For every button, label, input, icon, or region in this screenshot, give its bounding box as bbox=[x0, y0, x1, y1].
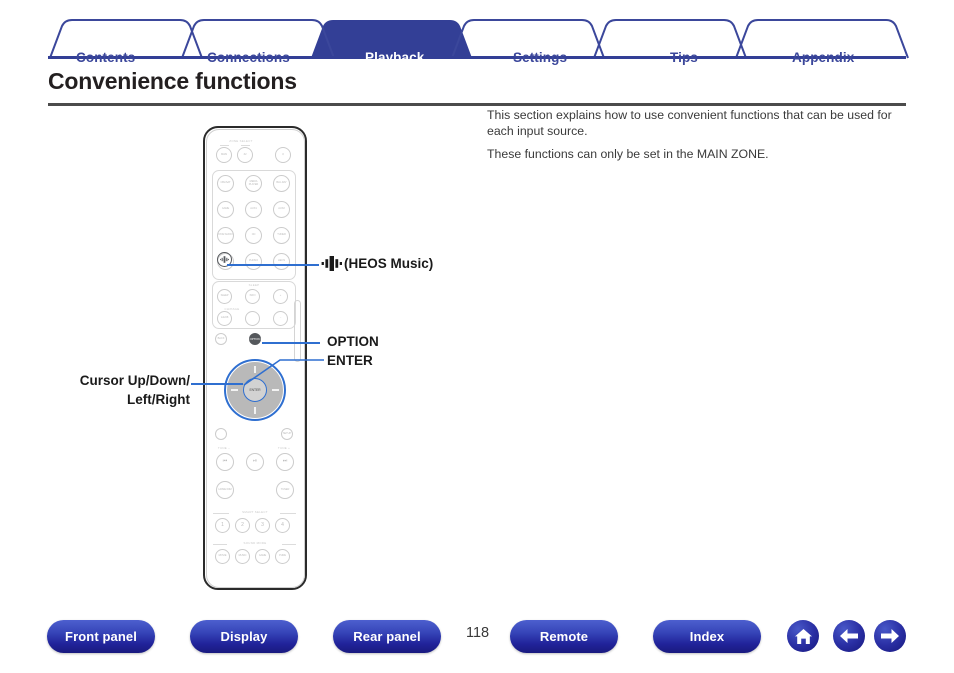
remote-key-zone-main[interactable]: MAIN bbox=[216, 147, 232, 163]
remote-key-heos-source[interactable]: HEOS bbox=[273, 253, 290, 270]
leader-line-enter bbox=[243, 359, 324, 386]
remote-key-sound-movie[interactable]: MOVIE bbox=[215, 549, 230, 564]
remote-key-sound-pure[interactable]: PURE bbox=[275, 549, 290, 564]
nav-button-rear-panel[interactable]: Rear panel bbox=[333, 620, 441, 653]
title-divider bbox=[48, 103, 906, 106]
remote-key-mute[interactable] bbox=[245, 311, 260, 326]
leader-line-cursor bbox=[191, 383, 243, 385]
remote-key-sound-music[interactable]: MUSIC bbox=[235, 549, 250, 564]
sound-mode-rule-right bbox=[282, 544, 296, 545]
smart-select-rule-right bbox=[280, 513, 296, 514]
remote-key-tuner-lower[interactable]: TUNER bbox=[276, 481, 294, 499]
remote-key-sound-game[interactable]: GAME bbox=[255, 549, 270, 564]
intro-paragraph-2: These functions can only be set in the M… bbox=[487, 147, 769, 161]
remote-key-info[interactable]: INFO bbox=[245, 289, 260, 304]
remote-key-back[interactable]: BACK bbox=[215, 333, 227, 345]
remote-key-channel-down[interactable]: \u2228 bbox=[217, 311, 232, 326]
remote-mid-label: SLEEP bbox=[248, 283, 260, 287]
remote-tune-minus-label: TUNE − bbox=[217, 446, 231, 450]
tab-tips[interactable]: Tips bbox=[670, 50, 698, 65]
tab-appendix[interactable]: Appendix bbox=[792, 50, 854, 65]
remote-key-volume-down[interactable]: − bbox=[273, 311, 288, 326]
heos-music-icon bbox=[321, 255, 343, 272]
cursor-right-tick[interactable] bbox=[272, 389, 279, 391]
remote-key-sleep[interactable]: SLEEP bbox=[217, 289, 232, 304]
heos-music-icon bbox=[220, 256, 229, 263]
nav-button-front-panel[interactable]: Front panel bbox=[47, 620, 155, 653]
remote-key-setup[interactable]: SETUP bbox=[281, 428, 293, 440]
sound-mode-rule-left bbox=[213, 544, 227, 545]
tab-connections[interactable]: Connections bbox=[207, 50, 290, 65]
forward-arrow-icon bbox=[881, 629, 899, 643]
back-arrow-icon bbox=[840, 629, 858, 643]
remote-key-aux1[interactable]: AUX1 bbox=[245, 201, 262, 218]
callout-heos-music: (HEOS Music) bbox=[321, 255, 433, 272]
callout-heos-label: (HEOS Music) bbox=[344, 256, 434, 271]
remote-key-game[interactable]: GAME bbox=[217, 201, 234, 218]
smart-select-rule-left bbox=[213, 513, 229, 514]
remote-channel-label: CH/PAGE bbox=[224, 307, 240, 311]
leader-line-heos bbox=[227, 264, 319, 266]
remote-key-home-dim[interactable]: HOME/ DIM bbox=[216, 481, 234, 499]
intro-paragraph-1: This section explains how to use conveni… bbox=[487, 108, 892, 138]
page-number: 118 bbox=[466, 625, 490, 641]
tab-contents[interactable]: Contents bbox=[76, 50, 135, 65]
nav-home-button[interactable] bbox=[787, 620, 819, 652]
remote-key-option[interactable]: OPTION bbox=[249, 333, 261, 345]
leader-line-option bbox=[262, 342, 320, 344]
callout-cursor-line1: Cursor Up/Down/ bbox=[79, 373, 190, 388]
remote-key-aux2[interactable]: AUX2 bbox=[273, 201, 290, 218]
remote-key-phono[interactable]: PHONO bbox=[245, 253, 262, 270]
callout-cursor-line2: Left/Right bbox=[127, 392, 190, 407]
remote-key-next[interactable]: ⏭ bbox=[276, 453, 294, 471]
remote-key-play-pause[interactable]: ⏯ bbox=[246, 453, 264, 471]
remote-key-cd[interactable]: CD bbox=[245, 227, 262, 244]
cursor-left-tick[interactable] bbox=[231, 389, 238, 391]
zone-underline-z2 bbox=[241, 145, 250, 146]
remote-key-smart-4[interactable]: 4 bbox=[275, 518, 290, 533]
tab-playback[interactable]: Playback bbox=[365, 50, 424, 65]
nav-back-button[interactable] bbox=[833, 620, 865, 652]
cursor-down-tick[interactable] bbox=[254, 407, 256, 414]
tab-settings[interactable]: Settings bbox=[513, 50, 567, 65]
remote-zone-select-label: ZONE SELECT bbox=[229, 139, 253, 143]
remote-key-smart-1[interactable]: 1 bbox=[215, 518, 230, 533]
remote-smart-select-label: SMART SELECT bbox=[242, 510, 268, 514]
intro-text-block: This section explains how to use conveni… bbox=[487, 108, 912, 163]
remote-key-tuner[interactable]: TUNER bbox=[273, 227, 290, 244]
nav-forward-button[interactable] bbox=[874, 620, 906, 652]
callout-enter: ENTER bbox=[327, 353, 373, 368]
tab-baseline bbox=[48, 56, 906, 59]
callout-option: OPTION bbox=[327, 334, 379, 349]
remote-key-volume-up[interactable]: + bbox=[273, 289, 288, 304]
remote-key-power[interactable]: ⏻ bbox=[275, 147, 291, 163]
remote-key-previous[interactable]: ⏮ bbox=[216, 453, 234, 471]
nav-button-index[interactable]: Index bbox=[653, 620, 761, 653]
remote-sound-mode-label: SOUND MODE bbox=[243, 541, 267, 545]
remote-tune-plus-label: TUNE + bbox=[277, 446, 291, 450]
nav-button-remote[interactable]: Remote bbox=[510, 620, 618, 653]
remote-side-strip bbox=[294, 300, 301, 362]
remote-key-dvd-audio[interactable]: DVD/ AUDIO bbox=[217, 227, 234, 244]
remote-key-media-player[interactable]: MEDIA PLAYER bbox=[245, 175, 262, 192]
zone-underline-main bbox=[220, 145, 229, 146]
tab-bar: Contents Connections Playback Settings T… bbox=[0, 18, 954, 65]
remote-key-cbl-sat[interactable]: CBL/SAT bbox=[217, 175, 234, 192]
remote-key-smart-2[interactable]: 2 bbox=[235, 518, 250, 533]
nav-button-display[interactable]: Display bbox=[190, 620, 298, 653]
page-title: Convenience functions bbox=[48, 68, 297, 94]
remote-key-smart-3[interactable]: 3 bbox=[255, 518, 270, 533]
home-icon bbox=[794, 628, 812, 644]
remote-key-blu-ray[interactable]: BLU-RAY bbox=[273, 175, 290, 192]
remote-key-zone-z2[interactable]: Z2 bbox=[237, 147, 253, 163]
remote-key-back-lower[interactable] bbox=[215, 428, 227, 440]
